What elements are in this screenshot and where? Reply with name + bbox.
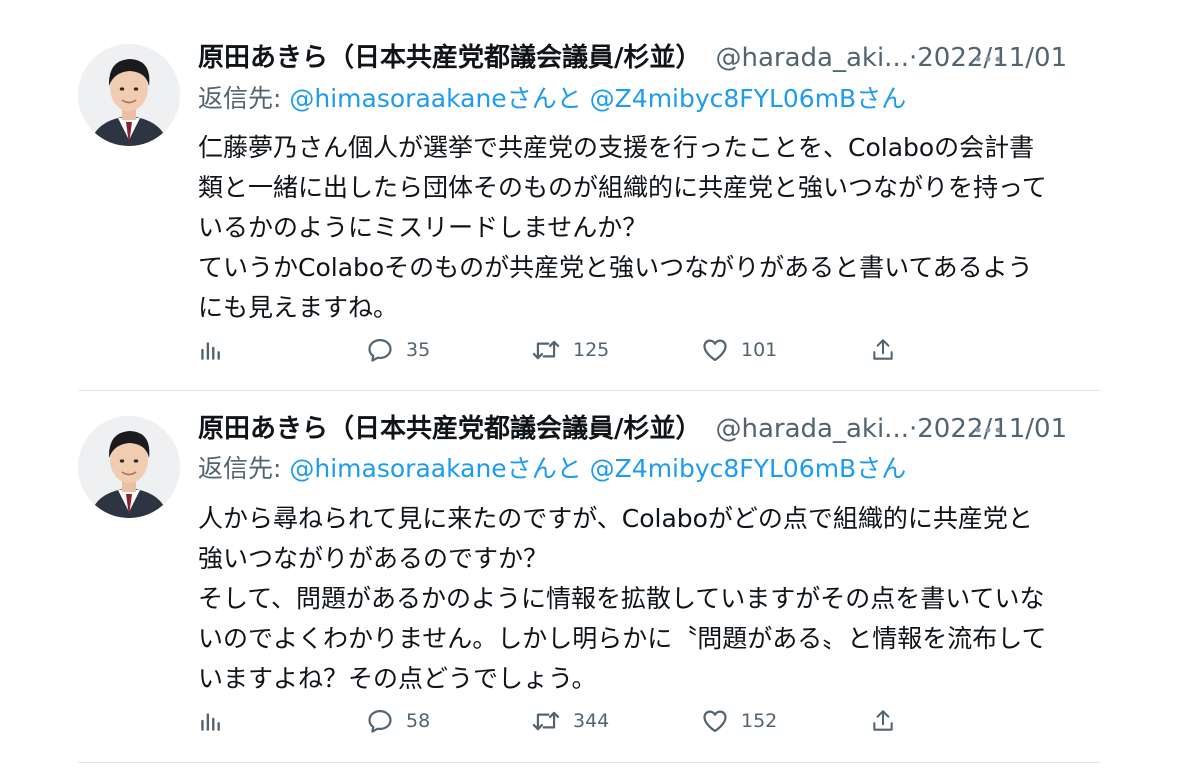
reply-button[interactable]: 35 xyxy=(366,336,430,364)
reply-count: 35 xyxy=(406,339,431,361)
action-bar: 35 125 101 xyxy=(198,336,918,364)
like-count: 101 xyxy=(741,339,778,361)
tweet-divider xyxy=(78,762,1100,763)
like-icon xyxy=(703,339,727,362)
tweet-body: 人から尋ねられて見に来たのですが、Colaboがどの点で組織的に共産党と 強いつ… xyxy=(198,504,1047,693)
more-icon[interactable] xyxy=(973,409,1003,461)
retweet-icon xyxy=(532,711,560,731)
like-button[interactable]: 101 xyxy=(701,336,777,364)
views-icon xyxy=(201,713,220,731)
share-button[interactable] xyxy=(870,707,896,735)
username[interactable]: @harada_aki... xyxy=(716,43,909,73)
action-bar: 58 344 152 xyxy=(198,707,918,735)
views-button[interactable] xyxy=(198,707,224,735)
tweet-header: 原田あきら（日本共産党都議会議員/杉並） @harada_aki...·2022/… xyxy=(198,409,1098,449)
reply-to-label: 返信先: xyxy=(198,84,282,113)
tweet[interactable]: 原田あきら（日本共産党都議会議員/杉並） @harada_aki...·2022/… xyxy=(0,0,1200,390)
retweet-button[interactable]: 344 xyxy=(531,707,609,735)
reply-suffix-text: さん xyxy=(856,84,907,113)
mention-link[interactable]: @Z4mibyc8FYL06mB xyxy=(590,454,857,483)
tweet-text: 人から尋ねられて見に来たのですが、Colaboがどの点で組織的に共産党と 強いつ… xyxy=(198,499,1098,699)
views-button[interactable] xyxy=(198,336,224,364)
reply-join-text: さんと xyxy=(506,454,582,483)
separator-dot: · xyxy=(908,414,918,444)
tweet-text: 仁藤夢乃さん個人が選挙で共産党の支援を行ったことを、Colaboの会計書 類と一… xyxy=(198,128,1098,328)
share-button[interactable] xyxy=(870,336,896,364)
reply-icon xyxy=(368,709,392,733)
tweet[interactable]: 原田あきら（日本共産党都議会議員/杉並） @harada_aki...·2022/… xyxy=(0,391,1200,763)
share-icon xyxy=(873,710,893,731)
like-icon xyxy=(703,710,727,733)
more-icon[interactable] xyxy=(973,38,1003,90)
mention-link[interactable]: @Z4mibyc8FYL06mB xyxy=(590,84,857,113)
mention-link[interactable]: @himasoraakane xyxy=(289,454,506,483)
retweet-button[interactable]: 125 xyxy=(531,336,609,364)
reply-button[interactable]: 58 xyxy=(366,707,430,735)
like-button[interactable]: 152 xyxy=(701,707,777,735)
reply-to-label: 返信先: xyxy=(198,454,282,483)
tweet-header: 原田あきら（日本共産党都議会議員/杉並） @harada_aki...·2022/… xyxy=(198,38,1098,78)
retweet-icon xyxy=(532,340,560,360)
reply-to-line: 返信先: @himasoraakaneさんと @Z4mibyc8FYL06mBさ… xyxy=(198,452,906,486)
avatar[interactable] xyxy=(78,44,180,146)
reply-count: 58 xyxy=(406,710,431,732)
views-icon xyxy=(201,342,220,360)
avatar-portrait xyxy=(78,44,180,146)
mention-link[interactable]: @himasoraakane xyxy=(289,84,506,113)
reply-to-line: 返信先: @himasoraakaneさんと @Z4mibyc8FYL06mBさ… xyxy=(198,82,906,116)
reply-join-text: さんと xyxy=(506,84,582,113)
display-name[interactable]: 原田あきら（日本共産党都議会議員/杉並） xyxy=(198,43,702,73)
display-name[interactable]: 原田あきら（日本共産党都議会議員/杉並） xyxy=(198,414,702,444)
reply-icon xyxy=(368,338,392,362)
retweet-count: 344 xyxy=(573,710,610,732)
reply-suffix-text: さん xyxy=(856,454,907,483)
username[interactable]: @harada_aki... xyxy=(716,414,909,444)
like-count: 152 xyxy=(741,710,778,732)
separator-dot: · xyxy=(908,43,918,73)
tweet-body: 仁藤夢乃さん個人が選挙で共産党の支援を行ったことを、Colaboの会計書 類と一… xyxy=(198,133,1047,322)
avatar-portrait xyxy=(78,416,180,518)
share-icon xyxy=(873,339,893,360)
retweet-count: 125 xyxy=(573,339,610,361)
avatar[interactable] xyxy=(78,416,180,518)
